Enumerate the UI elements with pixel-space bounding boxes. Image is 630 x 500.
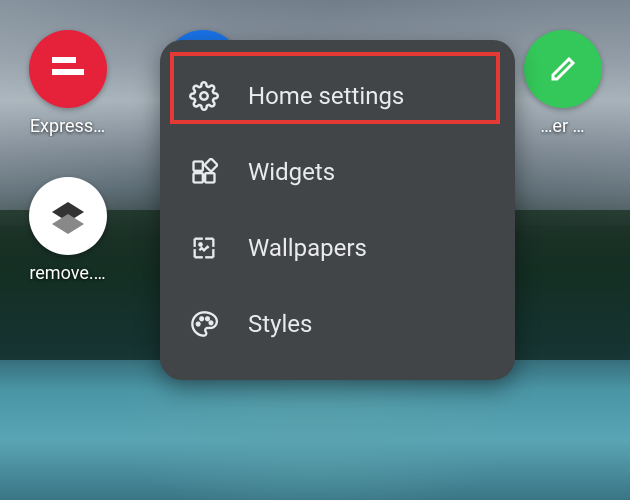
context-menu: Home settings Widgets Wallpapers Styles (160, 40, 515, 380)
pencil-icon (524, 30, 602, 108)
app-green[interactable]: …er … (515, 30, 610, 137)
wallpaper-icon (188, 232, 220, 264)
app-label: Express… (30, 116, 105, 137)
app-express[interactable]: Express… (20, 30, 115, 137)
app-remove[interactable]: remove.… (20, 177, 115, 284)
palette-icon (188, 308, 220, 340)
express-icon (29, 30, 107, 108)
menu-item-label: Wallpapers (248, 234, 367, 262)
app-label: remove.… (29, 263, 105, 284)
menu-item-label: Home settings (248, 82, 404, 110)
menu-item-wallpapers[interactable]: Wallpapers (160, 210, 515, 286)
menu-item-styles[interactable]: Styles (160, 286, 515, 362)
menu-item-widgets[interactable]: Widgets (160, 134, 515, 210)
gear-icon (188, 80, 220, 112)
widgets-icon (188, 156, 220, 188)
layers-icon (29, 177, 107, 255)
app-label: …er … (540, 116, 584, 137)
menu-item-home-settings[interactable]: Home settings (160, 58, 515, 134)
menu-item-label: Widgets (248, 158, 335, 186)
menu-item-label: Styles (248, 310, 312, 338)
